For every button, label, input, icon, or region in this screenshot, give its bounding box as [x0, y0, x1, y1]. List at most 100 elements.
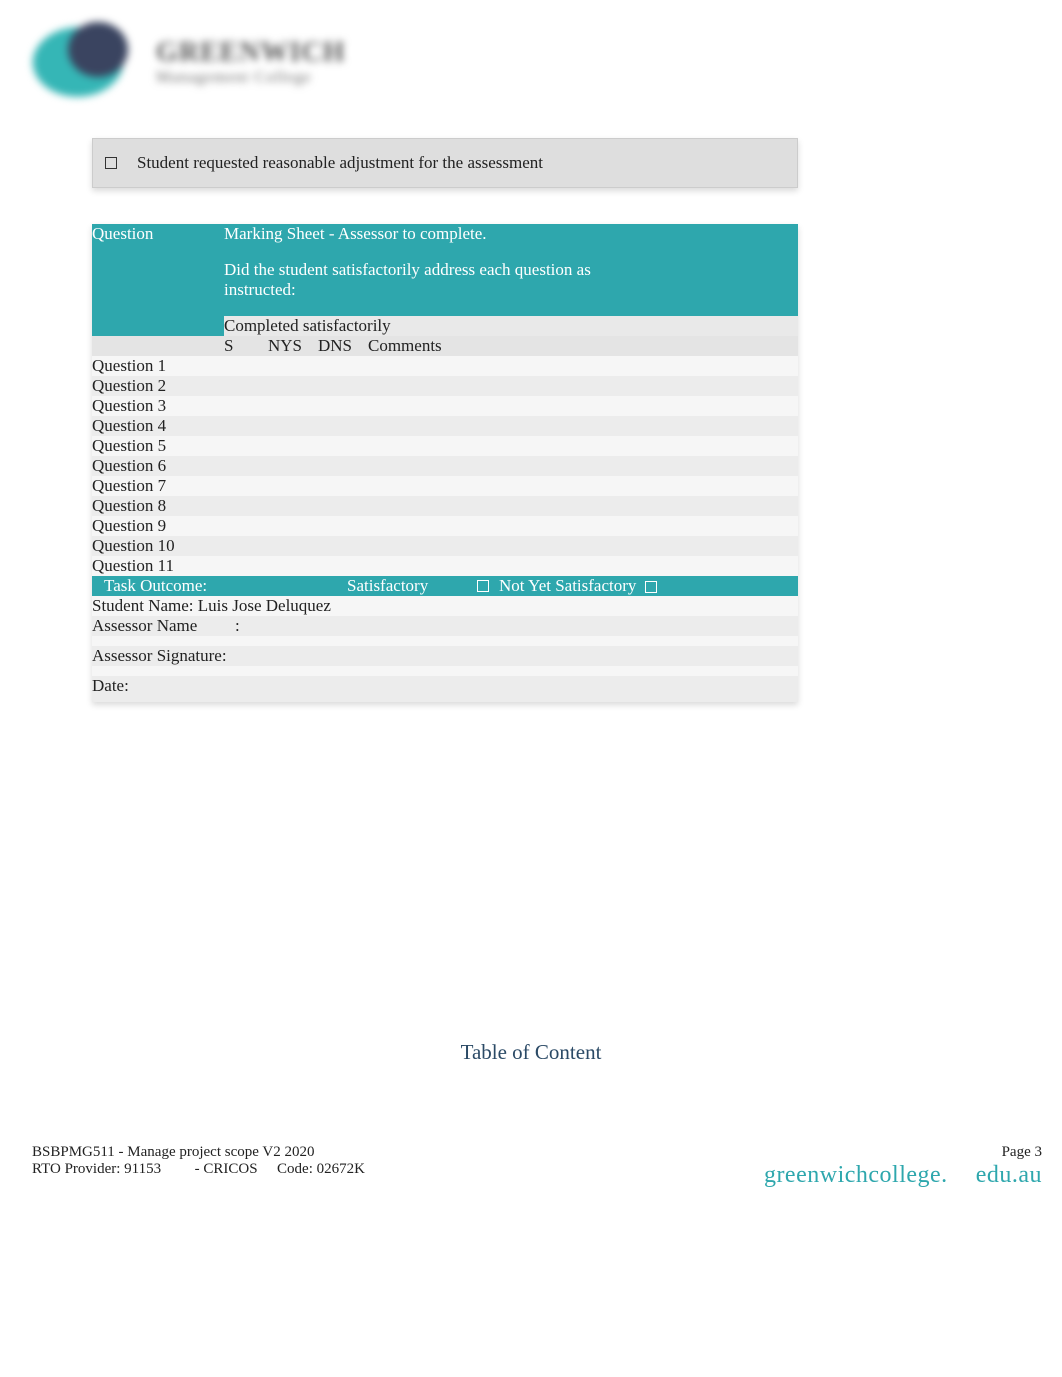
page-content: Student requested reasonable adjustment … [92, 138, 798, 702]
cell [318, 496, 368, 516]
cell [368, 456, 798, 476]
marking-table-wrap: Question Marking Sheet - Assessor to com… [92, 224, 798, 702]
cell [368, 436, 798, 456]
marking-header-row: Question Marking Sheet - Assessor to com… [92, 224, 798, 316]
cell [224, 496, 268, 516]
outcome-label: Task Outcome: [92, 576, 347, 596]
adjustment-checkbox[interactable] [105, 157, 117, 169]
assessor-name-label: Assessor Name [92, 616, 235, 636]
outcome-satisfactory: Satisfactory [347, 576, 477, 596]
cell [224, 416, 268, 436]
cell [268, 516, 318, 536]
cell [318, 556, 368, 576]
assessor-colon: : [235, 616, 240, 635]
student-name-value: Luis Jose Deluquez [198, 596, 331, 615]
cell [318, 376, 368, 396]
table-row: Question 9 [92, 516, 798, 536]
table-row: Question 2 [92, 376, 798, 396]
cell [224, 376, 268, 396]
cell [318, 476, 368, 496]
adjustment-text: Student requested reasonable adjustment … [137, 153, 543, 173]
footer-url: greenwichcollege.edu.au [764, 1162, 1042, 1189]
cell [368, 556, 798, 576]
question-label: Question 8 [92, 496, 224, 516]
cell [224, 516, 268, 536]
logo-title: GREENWICH [156, 37, 345, 69]
footer-line-1: BSBPMG511 - Manage project scope V2 2020 [32, 1144, 1042, 1161]
table-row: Question 3 [92, 396, 798, 416]
question-label: Question 3 [92, 396, 224, 416]
cell [318, 416, 368, 436]
assessor-signature-label: Assessor Signature: [92, 646, 798, 666]
cell [268, 496, 318, 516]
adjustment-box: Student requested reasonable adjustment … [92, 138, 798, 188]
outcome-not-yet: Not Yet Satisfactory [499, 576, 636, 595]
cell [318, 436, 368, 456]
cell [318, 516, 368, 536]
table-row: Question 7 [92, 476, 798, 496]
table-row: Question 1 [92, 356, 798, 376]
cell [268, 556, 318, 576]
cell [268, 456, 318, 476]
completed-label: Completed satisfactorily [224, 316, 798, 336]
spacer-row-1 [92, 636, 798, 646]
student-name-row: Student Name: Luis Jose Deluquez [92, 596, 798, 616]
cell [268, 396, 318, 416]
cell [368, 496, 798, 516]
cell [268, 536, 318, 556]
question-label: Question 2 [92, 376, 224, 396]
col-nys: NYS [268, 336, 318, 356]
col-dns: DNS [318, 336, 368, 356]
col-comments: Comments [368, 336, 798, 356]
spacer-row-2 [92, 666, 798, 676]
table-row: Question 4 [92, 416, 798, 436]
question-label: Question 7 [92, 476, 224, 496]
table-row: Question 11 [92, 556, 798, 576]
cell [224, 556, 268, 576]
table-of-content-heading: Table of Content [0, 1040, 1062, 1065]
cell [224, 356, 268, 376]
cell [224, 396, 268, 416]
cell [318, 356, 368, 376]
cell [268, 476, 318, 496]
student-name-label: Student Name: [92, 596, 198, 615]
not-yet-checkbox[interactable] [645, 581, 657, 593]
cell [368, 516, 798, 536]
satisfactory-checkbox[interactable] [477, 580, 489, 592]
question-label: Question 1 [92, 356, 224, 376]
question-label: Question 5 [92, 436, 224, 456]
cell [368, 416, 798, 436]
cell [268, 376, 318, 396]
cell [224, 456, 268, 476]
cell [268, 416, 318, 436]
cell [318, 396, 368, 416]
cell [368, 476, 798, 496]
col-s: S [224, 336, 268, 356]
cell [318, 536, 368, 556]
date-label: Date: [92, 676, 798, 702]
cell [368, 376, 798, 396]
cell [368, 536, 798, 556]
table-row: Question 5 [92, 436, 798, 456]
marking-subtitle: Did the student satisfactorily address e… [224, 260, 604, 300]
table-row: Question 8 [92, 496, 798, 516]
table-row: Question 10 [92, 536, 798, 556]
date-row: Date: [92, 676, 798, 702]
cell [224, 536, 268, 556]
question-label: Question 9 [92, 516, 224, 536]
logo-text: GREENWICH Management College [156, 37, 345, 87]
cell [318, 456, 368, 476]
assessor-signature-row: Assessor Signature: [92, 646, 798, 666]
cell [268, 436, 318, 456]
marking-title: Marking Sheet - Assessor to complete. [224, 224, 798, 244]
cell [268, 356, 318, 376]
marking-table: Question Marking Sheet - Assessor to com… [92, 224, 798, 702]
question-label: Question 6 [92, 456, 224, 476]
question-label: Question 10 [92, 536, 224, 556]
columns-row: S NYS DNS Comments [92, 336, 798, 356]
cell [224, 476, 268, 496]
table-row: Question 6 [92, 456, 798, 476]
question-label: Question 11 [92, 556, 224, 576]
cell [368, 396, 798, 416]
logo-subtitle: Management College [156, 69, 345, 87]
